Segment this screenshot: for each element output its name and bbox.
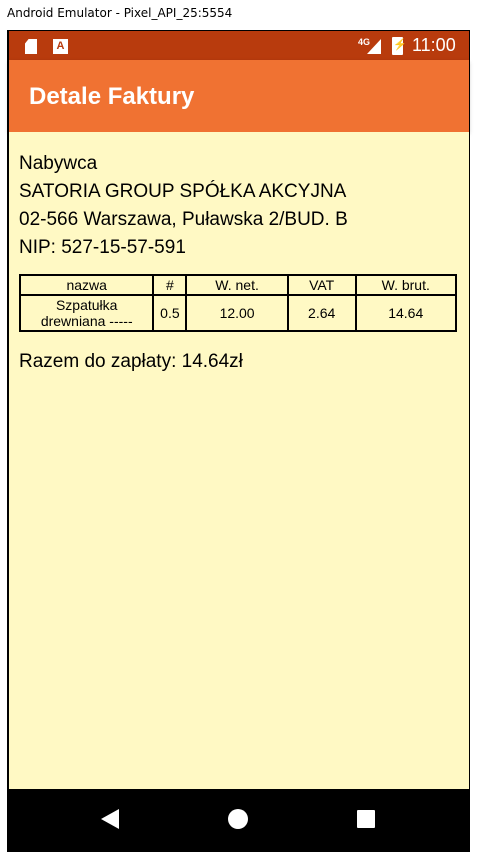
app-bar: Detale Faktury xyxy=(9,60,469,132)
table-row: Szpatułka drewniana ----- 0.5 12.00 2.64… xyxy=(18,294,457,332)
status-bar: A 4G 11:00 xyxy=(9,31,469,60)
sd-card-icon xyxy=(25,39,37,54)
status-time: 11:00 xyxy=(412,35,456,55)
item-name-line1: Szpatułka xyxy=(55,297,118,313)
total-amount: Razem do zapłaty: 14.64zł xyxy=(19,351,243,372)
buyer-address: 02-566 Warszawa, Puławska 2/BUD. B xyxy=(19,209,348,230)
column-header-gross: W. brut. xyxy=(354,274,457,296)
emulator-title: Android Emulator - Pixel_API_25:5554 xyxy=(7,6,233,20)
item-name-line2: drewniana ----- xyxy=(40,313,133,329)
table-header-row: nazwa # W. net. VAT W. brut. xyxy=(18,274,457,296)
column-header-name: nazwa xyxy=(18,274,155,296)
recent-apps-icon[interactable] xyxy=(357,810,375,828)
buyer-nip: NIP: 527-15-57-591 xyxy=(19,237,186,258)
column-header-qty: # xyxy=(152,274,188,296)
home-icon[interactable] xyxy=(228,809,248,829)
battery-charging-icon xyxy=(392,37,407,55)
buyer-section: Nabywca SATORIA GROUP SPÓŁKA AKCYJNA 02-… xyxy=(19,150,348,262)
invoice-items-table: nazwa # W. net. VAT W. brut. Szpatułka d… xyxy=(18,274,457,332)
invoice-details: Nabywca SATORIA GROUP SPÓŁKA AKCYJNA 02-… xyxy=(9,132,469,789)
item-net-cell: 12.00 xyxy=(185,294,289,332)
item-name-cell: Szpatułka drewniana ----- xyxy=(18,294,155,332)
column-header-net: W. net. xyxy=(185,274,289,296)
emulator-title-bar: Android Emulator - Pixel_API_25:5554 xyxy=(0,0,478,30)
column-header-vat: VAT xyxy=(286,274,357,296)
buyer-name: SATORIA GROUP SPÓŁKA AKCYJNA xyxy=(19,181,347,202)
notification-a-icon: A xyxy=(53,39,68,54)
back-icon[interactable] xyxy=(101,809,119,829)
navigation-bar xyxy=(9,789,469,849)
item-qty-cell: 0.5 xyxy=(152,294,188,332)
item-vat-cell: 2.64 xyxy=(286,294,357,332)
signal-icon xyxy=(367,39,381,54)
page-title: Detale Faktury xyxy=(29,83,195,110)
buyer-heading: Nabywca xyxy=(19,153,98,174)
item-gross-cell: 14.64 xyxy=(354,294,457,332)
